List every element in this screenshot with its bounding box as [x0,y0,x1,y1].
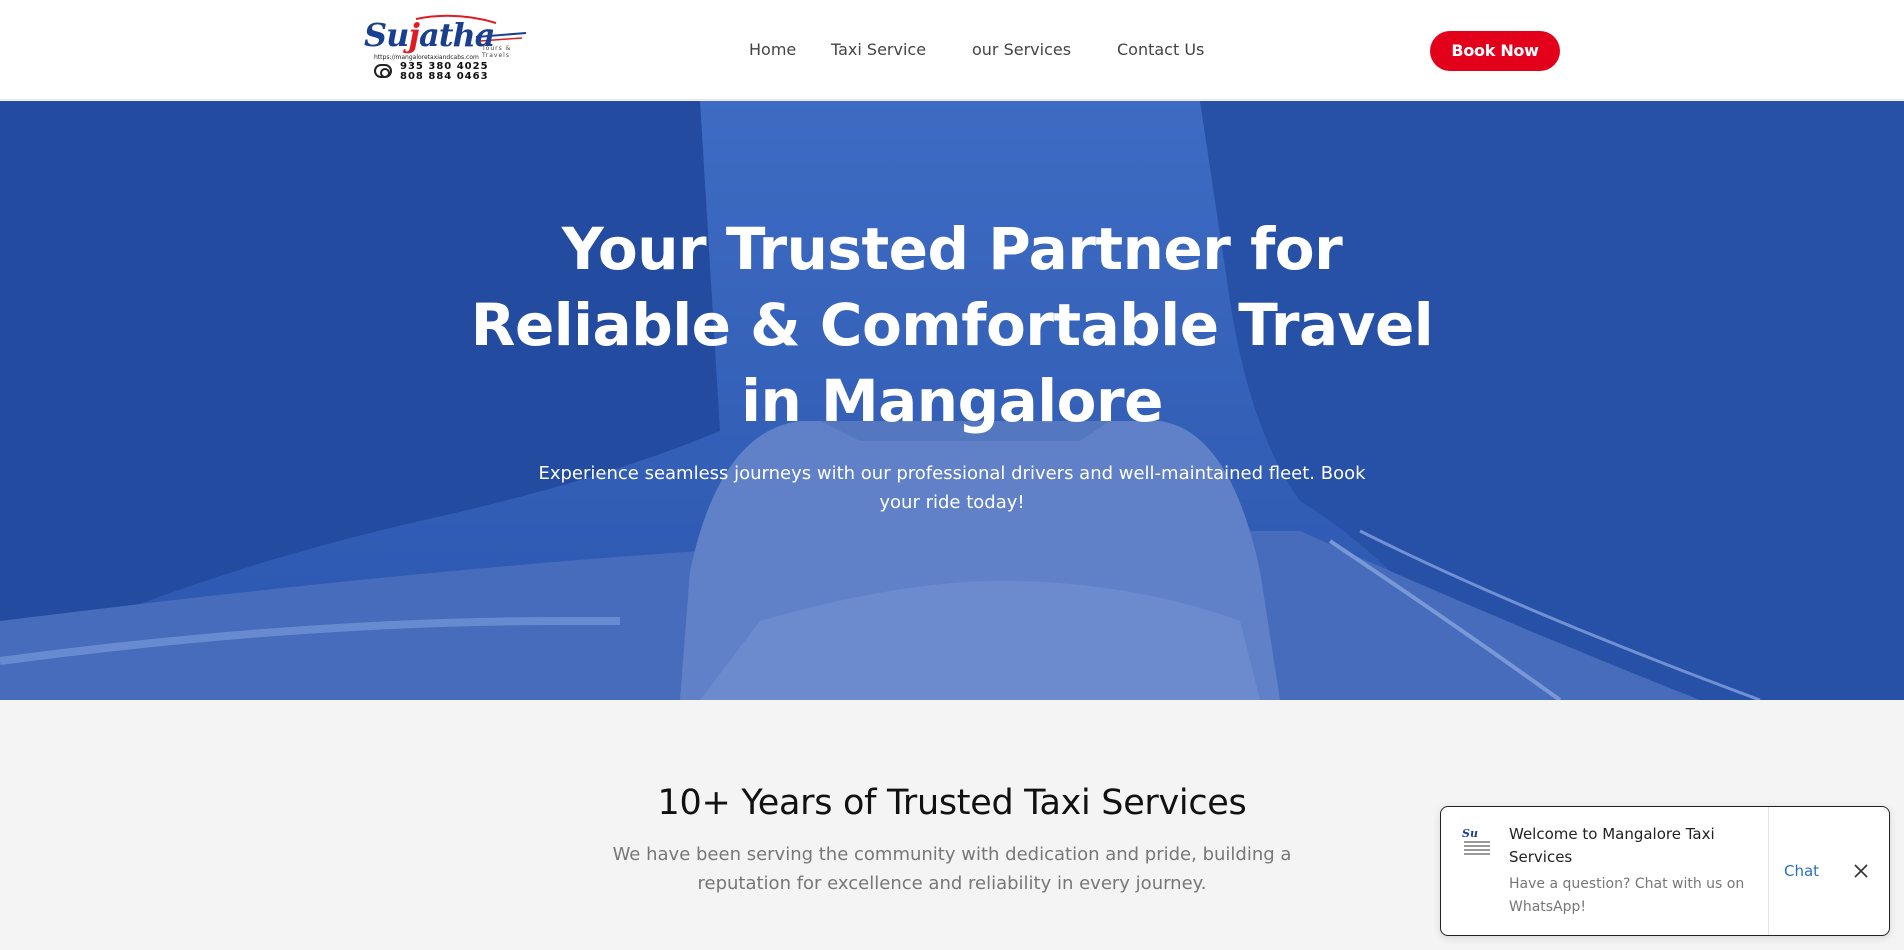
site-header: Sujatha Tours & Travels https://mangalor… [0,0,1904,100]
chat-button[interactable]: Chat [1784,861,1819,881]
phone-icon [374,64,392,78]
book-now-button[interactable]: Book Now [1430,31,1560,71]
hero-subtitle: Experience seamless journeys with our pr… [538,463,1366,513]
chat-divider [1768,807,1769,935]
close-icon[interactable] [1853,863,1869,879]
nav-contact-us[interactable]: Contact Us [1117,38,1204,62]
logo-tagline: Tours & Travels [482,45,512,59]
logo-phone-2: 808 884 0463 [400,71,489,82]
hero-section: Your Trusted Partner for Reliable & Comf… [0,101,1904,700]
chat-message: Have a question? Chat with us on WhatsAp… [1509,876,1745,915]
chat-title: Welcome to Mangalore Taxi Services [1509,825,1715,866]
chat-avatar-logo: Su [1462,827,1478,840]
logo-phone-numbers: 935 380 4025 808 884 0463 [400,62,489,82]
nav-our-services[interactable]: our Services [972,38,1071,62]
logo-wordmark: Sujatha [364,16,495,54]
stats-description: We have been serving the community with … [612,844,1292,894]
stats-title: 10+ Years of Trusted Taxi Services [657,783,1247,823]
logo-url: https://mangaloretaxiandcabs.com [374,54,479,61]
nav-home[interactable]: Home [749,38,796,62]
site-logo[interactable]: Sujatha Tours & Travels https://mangalor… [364,13,526,83]
whatsapp-chat-widget: Su Welcome to Mangalore Taxi Services Ha… [1440,806,1890,936]
chat-avatar: Su [1459,825,1495,861]
hero-title: Your Trusted Partner for Reliable & Comf… [470,215,1434,435]
nav-taxi-service[interactable]: Taxi Service [831,38,926,62]
